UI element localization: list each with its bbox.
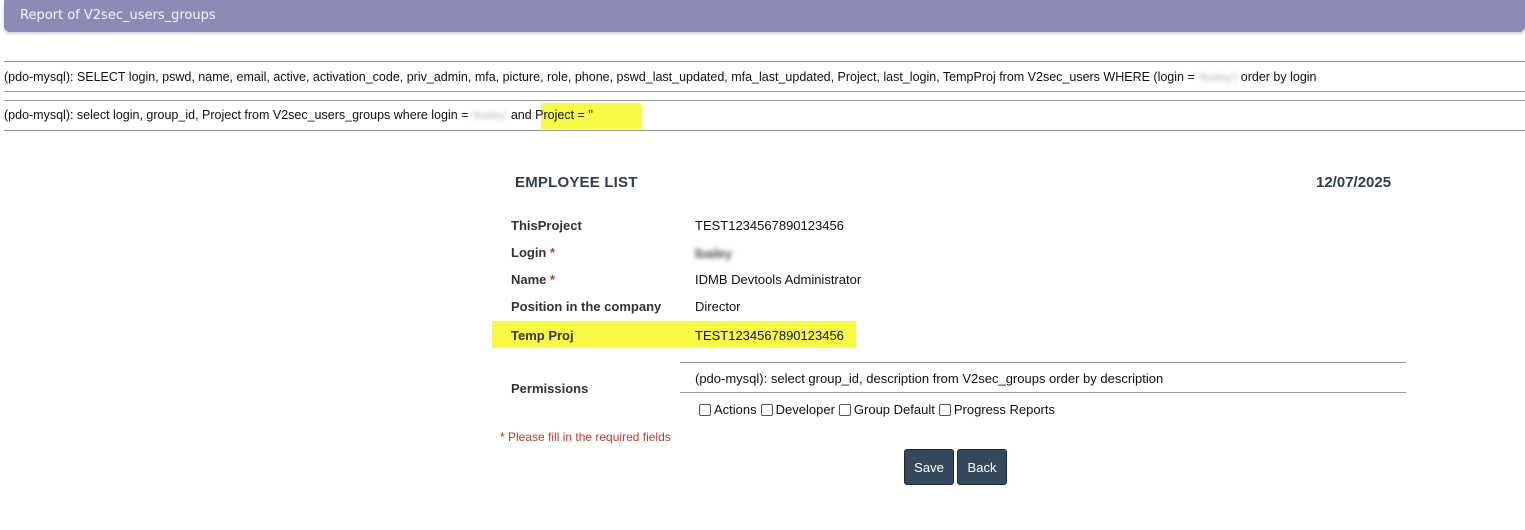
sql-query-users: (pdo-mysql): SELECT login, pswd, name, e… [4,70,1317,84]
save-button[interactable]: Save [904,449,954,485]
permission-group-default[interactable]: Group Default [838,402,935,417]
sql-query-groups: (pdo-mysql): select login, group_id, Pro… [4,108,593,122]
required-fields-note: * Please fill in the required fields [500,430,671,444]
field-label-login: Login * [511,245,556,260]
window-title-bar: Report of V2sec_users_groups [4,0,1525,32]
checkbox-actions[interactable] [699,403,711,416]
divider [4,100,1525,101]
sql-query-users-text: (pdo-mysql): SELECT login, pswd, name, e… [4,70,1199,84]
blurred-login: 'lbailey' [471,110,508,122]
sql-query-groups-text: (pdo-mysql): select login, group_id, Pro… [4,108,472,122]
divider [4,61,1525,62]
checkbox-progress-reports[interactable] [938,403,951,416]
divider [4,130,1525,131]
window-title: Report of V2sec_users_groups [20,8,216,23]
field-value-name: IDMB Devtools Administrator [695,272,862,287]
sql-query-groups-project: and Project = '' [507,108,594,122]
field-value-tempproj: TEST1234567890123456 [695,328,844,343]
field-value-position: Director [695,299,741,314]
divider [680,362,1406,363]
permission-developer[interactable]: Developer [760,402,835,417]
blurred-login: 'lbailey') [1198,72,1238,84]
field-label-position: Position in the company [511,299,662,314]
checkbox-group-default[interactable] [838,403,851,416]
report-date: 12/07/2025 [1316,174,1392,191]
sql-query-users-suffix: order by login [1237,70,1317,84]
permission-actions[interactable]: Actions [699,402,757,417]
page-title: EMPLOYEE LIST [515,174,638,191]
permission-progress-reports[interactable]: Progress Reports [938,402,1055,417]
field-label-tempproj: Temp Proj [511,328,574,343]
checkbox-developer[interactable] [760,403,773,416]
permissions-query: (pdo-mysql): select group_id, descriptio… [695,371,1164,386]
field-label-thisproject: ThisProject [511,218,582,233]
permissions-checkboxes: Actions Developer Group Default Progress… [699,402,1059,417]
field-label-name: Name * [511,272,556,287]
divider [4,91,1525,92]
back-button[interactable]: Back [957,449,1007,485]
permissions-label: Permissions [511,381,589,396]
field-value-login: lbailey [695,246,732,261]
divider [680,392,1406,393]
field-value-thisproject: TEST1234567890123456 [695,218,844,233]
